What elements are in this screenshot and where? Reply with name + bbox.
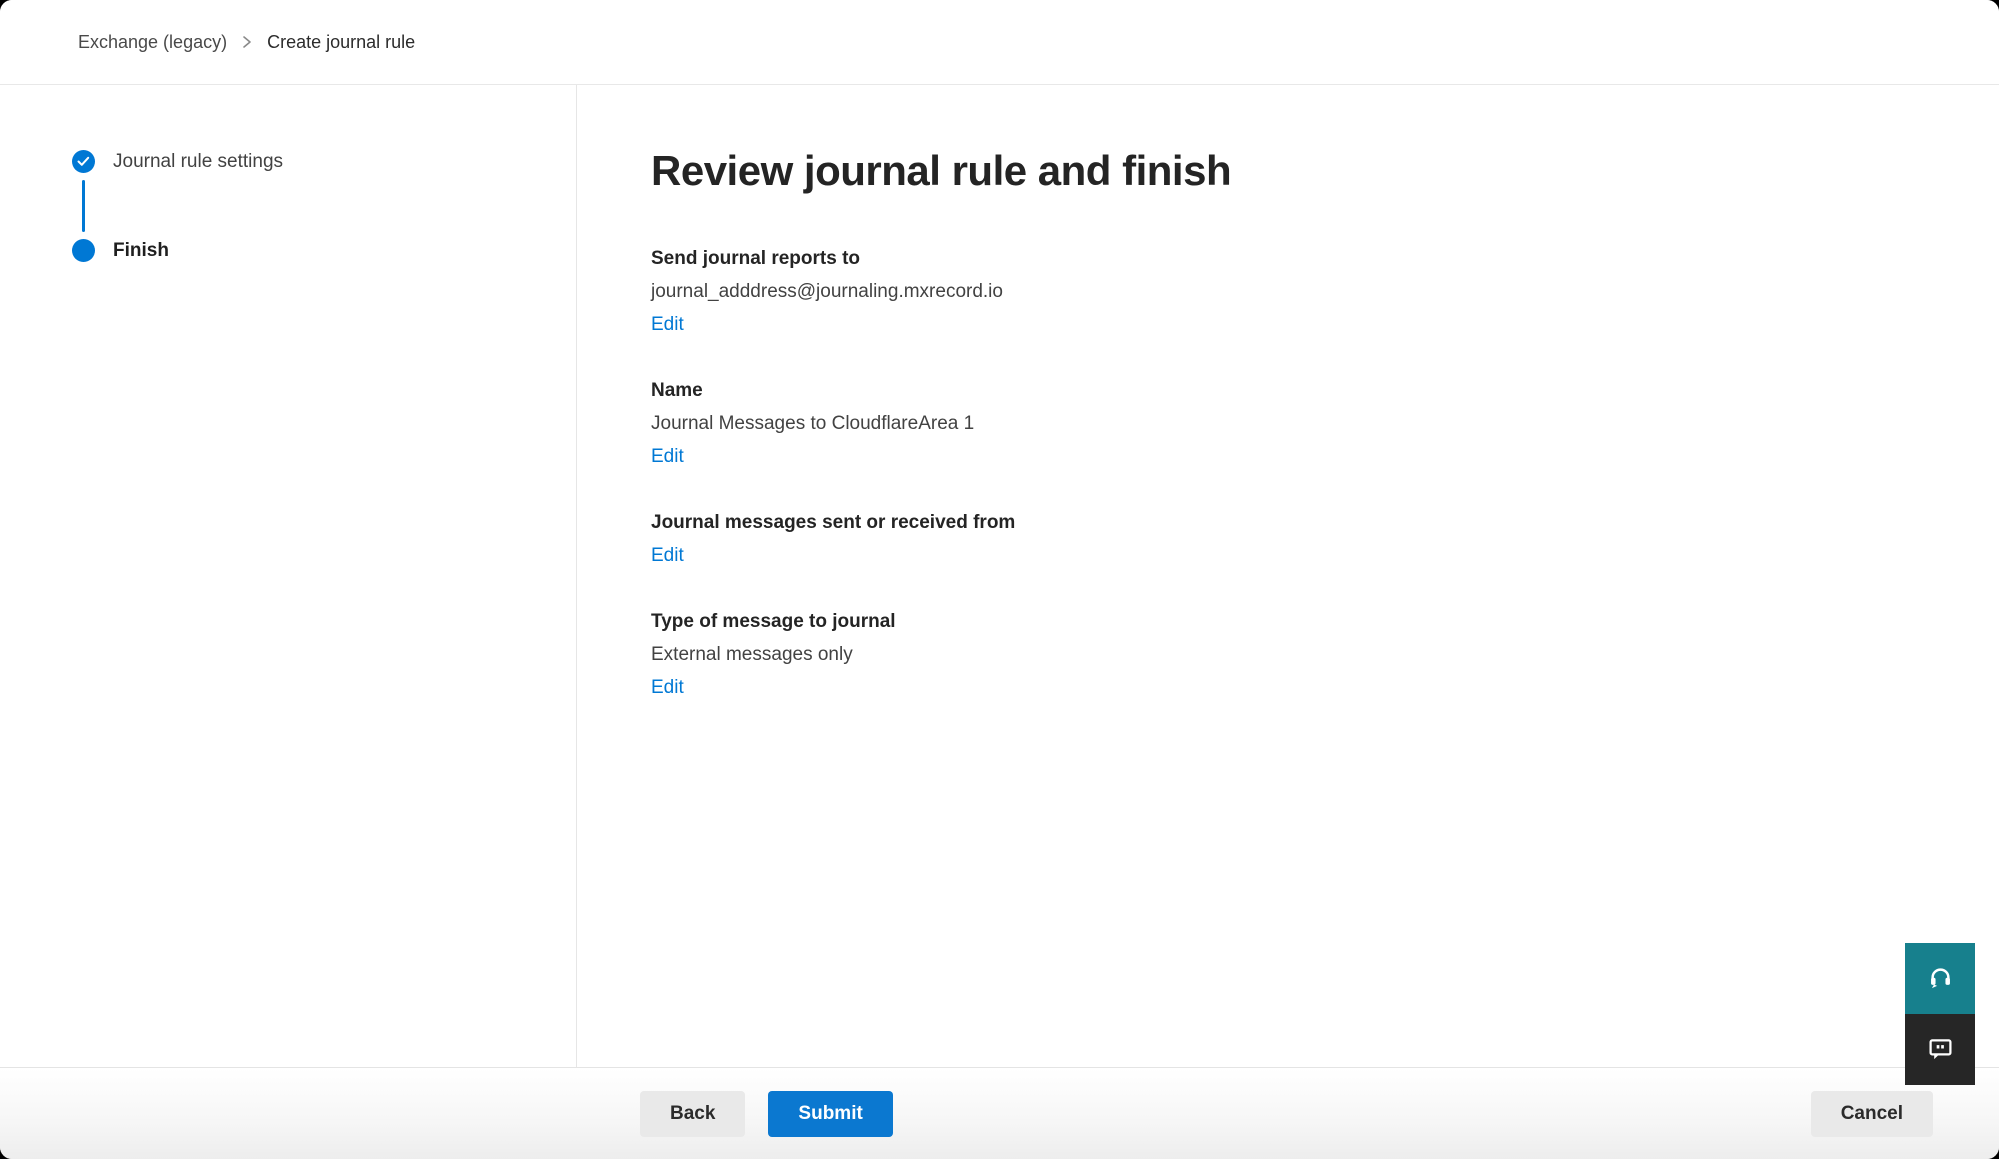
field-label: Send journal reports to <box>651 242 1999 275</box>
back-button[interactable]: Back <box>640 1091 745 1137</box>
edit-send-journal-reports-link[interactable]: Edit <box>651 308 684 341</box>
page-title: Review journal rule and finish <box>651 147 1999 195</box>
wizard-step-journal-rule-settings[interactable]: Journal rule settings <box>72 150 576 173</box>
review-content: Review journal rule and finish Send jour… <box>577 85 1999 1067</box>
field-label: Journal messages sent or received from <box>651 506 1999 539</box>
field-label: Name <box>651 374 1999 407</box>
wizard-step-panel: Journal rule settings Finish <box>0 85 577 1067</box>
field-send-journal-reports-to: Send journal reports to journal_adddress… <box>651 242 1999 341</box>
top-bar: Exchange (legacy) Create journal rule <box>0 0 1999 85</box>
field-value: journal_adddress@journaling.mxrecord.io <box>651 275 1999 308</box>
step-completed-check-icon <box>72 150 95 173</box>
footer-action-bar: Back Submit Cancel <box>0 1067 1999 1159</box>
field-name: Name Journal Messages to CloudflareArea … <box>651 374 1999 473</box>
floating-button-stack <box>1905 943 1975 1085</box>
submit-button[interactable]: Submit <box>768 1091 892 1137</box>
field-value: Journal Messages to CloudflareArea 1 <box>651 407 1999 440</box>
field-journal-messages-sent-or-received-from: Journal messages sent or received from E… <box>651 506 1999 572</box>
edit-scope-link[interactable]: Edit <box>651 539 684 572</box>
wizard-step-label: Journal rule settings <box>113 151 283 173</box>
step-current-dot-icon <box>72 239 95 262</box>
edit-name-link[interactable]: Edit <box>651 440 684 473</box>
edit-message-type-link[interactable]: Edit <box>651 671 684 704</box>
field-type-of-message-to-journal: Type of message to journal External mess… <box>651 605 1999 704</box>
wizard-step-label: Finish <box>113 240 169 262</box>
help-support-button[interactable] <box>1905 943 1975 1014</box>
step-connector-line <box>82 180 85 232</box>
headset-icon <box>1927 964 1954 994</box>
field-value: External messages only <box>651 638 1999 671</box>
chevron-right-icon <box>241 35 253 49</box>
exchange-admin-window: Exchange (legacy) Create journal rule Jo… <box>0 0 1999 1159</box>
wizard-step-finish[interactable]: Finish <box>72 239 576 262</box>
breadcrumb: Exchange (legacy) Create journal rule <box>78 32 415 53</box>
cancel-button[interactable]: Cancel <box>1811 1091 1933 1137</box>
field-label: Type of message to journal <box>651 605 1999 638</box>
breadcrumb-exchange-legacy-link[interactable]: Exchange (legacy) <box>78 32 227 53</box>
feedback-button[interactable] <box>1905 1014 1975 1085</box>
breadcrumb-current-page: Create journal rule <box>267 32 415 53</box>
chat-bubble-icon <box>1927 1035 1954 1065</box>
